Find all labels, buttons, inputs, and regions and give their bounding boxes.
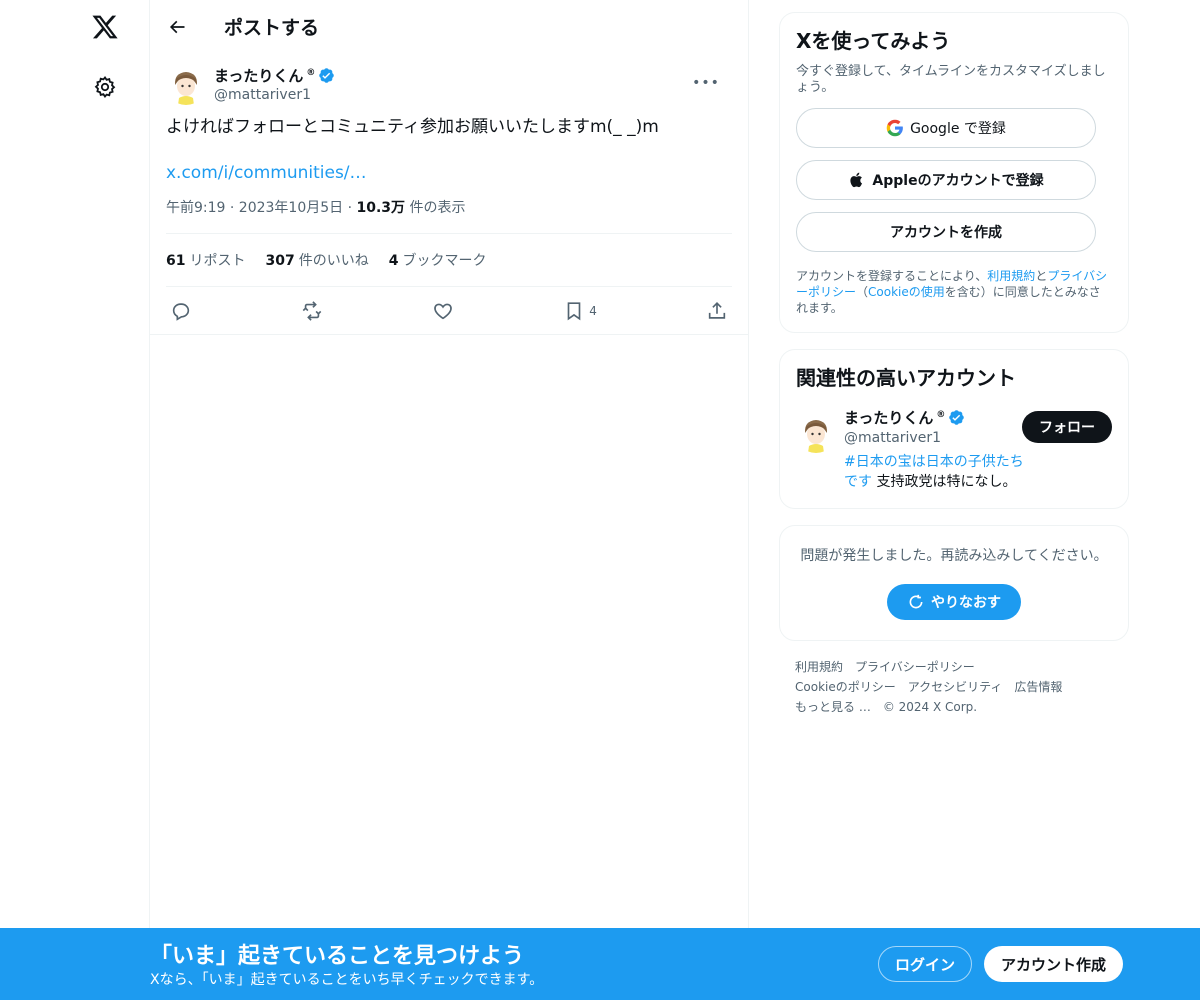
apple-signup-label: Appleのアカウントで登録 (872, 173, 1044, 189)
share-button[interactable] (706, 300, 728, 322)
likes-label: 件のいいね (298, 253, 369, 269)
bookmarks-stat[interactable]: 4 ブックマーク (389, 250, 487, 270)
legal-paren: （ (856, 285, 869, 299)
follow-button[interactable]: フォロー (1022, 411, 1112, 443)
share-icon (708, 301, 726, 319)
signup-subtitle: 今すぐ登録して、タイムラインをカスタマイズしましょう。 (796, 64, 1106, 95)
legal-and: と (1035, 269, 1048, 283)
author-handle[interactable]: @mattariver1 (214, 87, 335, 103)
reply-button[interactable] (170, 300, 192, 322)
bottom-signup-bar: 「いま」起きていることを見つけよう Xなら、「いま」起きていることをいち早くチェ… (0, 928, 1200, 1000)
related-name[interactable]: まったりくん (844, 407, 933, 428)
reposts-label: リポスト (189, 253, 246, 269)
apple-icon (850, 172, 863, 188)
heart-icon (434, 303, 452, 319)
google-signup-button[interactable]: Google で登録 (796, 108, 1096, 148)
related-account[interactable]: まったりくん ® @mattariver1 #日本の宝は日本の子供たちです 支持… (796, 407, 1112, 492)
post-author-row: まったりくん ® @mattariver1 ••• (166, 53, 732, 111)
post-stats: 61 リポスト 307 件のいいね 4 ブックマーク (166, 234, 732, 287)
terms-link[interactable]: 利用規約 (987, 269, 1035, 283)
post-timestamp[interactable]: 午前9:19 · 2023年10月5日 · (166, 200, 357, 216)
main-column: ポストする まったりくん ® @mattariver1 ••• よければフォロー… (149, 0, 749, 1000)
legal-notice: アカウントを登録することにより、利用規約とプライバシーポリシー（Cookieの使… (796, 268, 1112, 316)
reposts-count: 61 (166, 253, 186, 269)
footer-ads[interactable]: 広告情報 (1014, 680, 1062, 694)
footer-terms[interactable]: 利用規約 (795, 660, 843, 674)
back-arrow-icon[interactable] (166, 16, 188, 38)
bottom-bar-subtitle: Xなら、「いま」起きていることをいち早くチェックできます。 (150, 972, 544, 988)
page-title: ポストする (224, 17, 320, 39)
bottom-bar-title: 「いま」起きていることを見つけよう (150, 944, 525, 969)
avatar[interactable] (796, 413, 836, 453)
footer-cookie[interactable]: Cookieのポリシー (795, 680, 896, 694)
author-name[interactable]: まったりくん (214, 65, 303, 86)
bookmark-icon (567, 301, 581, 320)
footer-copyright: © 2024 X Corp. (882, 700, 978, 714)
create-account-label: アカウントを作成 (890, 225, 1002, 241)
gear-icon[interactable] (92, 74, 118, 100)
post-actions: 4 (150, 287, 748, 335)
footer-more[interactable]: もっと見る … (795, 700, 871, 714)
verified-badge-icon (948, 409, 965, 426)
registered-mark: ® (936, 409, 946, 420)
retry-label: やりなおす (931, 595, 1001, 611)
likes-stat[interactable]: 307 件のいいね (265, 250, 368, 270)
related-bio: #日本の宝は日本の子供たちです 支持政党は特になし。 (844, 452, 1024, 492)
x-logo-icon[interactable] (90, 12, 120, 42)
right-sidebar: Xを使ってみよう 今すぐ登録して、タイムラインをカスタマイズしましょう。 Goo… (779, 12, 1129, 717)
bio-text: 支持政党は特になし。 (872, 474, 1017, 490)
post-detail: まったりくん ® @mattariver1 ••• よければフォローとコミュニテ… (150, 53, 748, 335)
related-accounts-card: 関連性の高いアカウント まったりくん ® @mattariver1 #日本の宝は… (779, 349, 1129, 509)
bookmark-count: 4 (589, 303, 597, 318)
retry-button[interactable]: やりなおす (887, 584, 1021, 620)
login-button[interactable]: ログイン (878, 946, 972, 982)
page-header: ポストする (150, 0, 748, 53)
likes-count: 307 (265, 253, 295, 269)
create-account-button[interactable]: アカウントを作成 (796, 212, 1096, 252)
reply-icon (172, 302, 190, 321)
google-icon (886, 119, 903, 137)
signup-title: Xを使ってみよう (796, 29, 951, 53)
reposts-stat[interactable]: 61 リポスト (166, 250, 245, 270)
related-title: 関連性の高いアカウント (796, 366, 1016, 390)
google-signup-label: Google で登録 (910, 121, 1006, 137)
cookie-link[interactable]: Cookieの使用 (868, 285, 945, 299)
related-handle[interactable]: @mattariver1 (844, 430, 1024, 446)
post-author-info: まったりくん ® @mattariver1 (214, 65, 335, 103)
repost-icon (302, 300, 322, 321)
signup-button[interactable]: アカウント作成 (984, 946, 1123, 982)
post-meta: 午前9:19 · 2023年10月5日 · 10.3万 件の表示 (166, 197, 732, 234)
views-label: 件の表示 (405, 200, 466, 216)
post-link[interactable]: x.com/i/communities/… (166, 163, 732, 183)
post-text: よければフォローとコミュニティ参加お願いいたしますm(_ _)m (166, 117, 659, 137)
verified-badge-icon (318, 67, 335, 84)
apple-signup-button[interactable]: Appleのアカウントで登録 (796, 160, 1096, 200)
refresh-icon (909, 594, 923, 609)
bookmark-button[interactable]: 4 (563, 300, 597, 322)
avatar[interactable] (166, 65, 206, 105)
more-options-icon[interactable]: ••• (692, 73, 719, 93)
repost-button[interactable] (301, 300, 323, 322)
signup-card: Xを使ってみよう 今すぐ登録して、タイムラインをカスタマイズしましょう。 Goo… (779, 12, 1129, 333)
views-count: 10.3万 (356, 200, 406, 216)
like-button[interactable] (432, 300, 454, 322)
error-message: 問題が発生しました。再読み込みしてください。 (800, 548, 1108, 564)
registered-mark: ® (306, 67, 316, 78)
error-card: 問題が発生しました。再読み込みしてください。 やりなおす (779, 525, 1129, 641)
footer-accessibility[interactable]: アクセシビリティ (908, 680, 1003, 694)
bookmarks-count: 4 (388, 253, 399, 269)
footer-links: 利用規約 プライバシーポリシー Cookieのポリシー アクセシビリティ 広告情報 も… (779, 657, 1129, 717)
bookmarks-label: ブックマーク (402, 253, 487, 269)
legal-prefix: アカウントを登録することにより、 (796, 269, 988, 283)
footer-privacy[interactable]: プライバシーポリシー (855, 660, 975, 674)
left-nav (0, 0, 150, 1000)
